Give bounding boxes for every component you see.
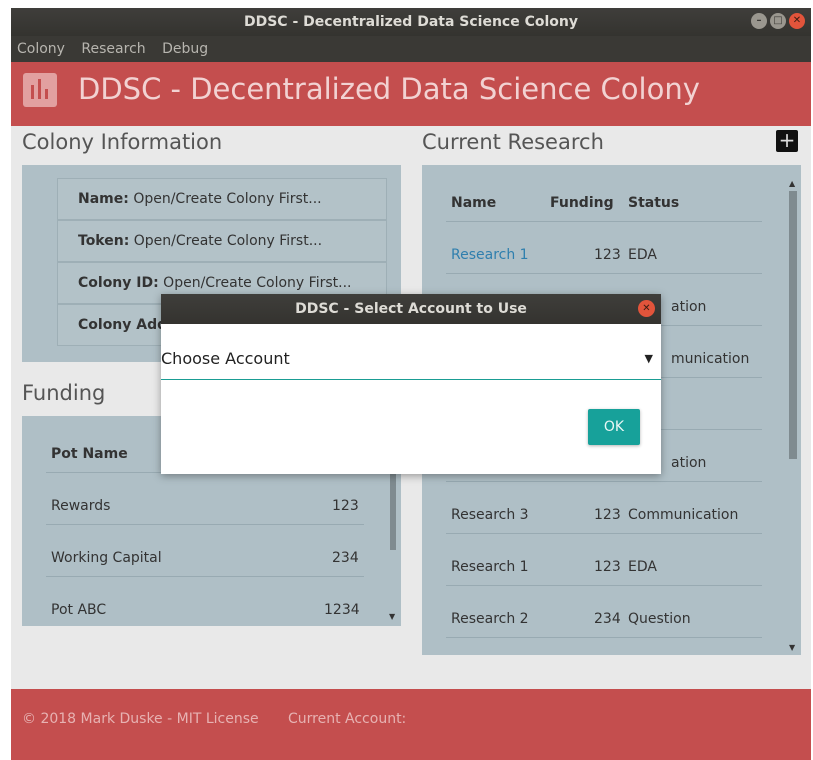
- research-funding: 123: [594, 507, 621, 523]
- research-status-header: Status: [628, 195, 680, 211]
- scroll-up-icon[interactable]: ▲: [789, 179, 795, 188]
- pot-amount: 234: [332, 550, 359, 566]
- app-header: DDSC - Decentralized Data Science Colony: [11, 62, 811, 126]
- research-status: ation: [671, 455, 707, 471]
- research-status: ation: [671, 299, 707, 315]
- account-select-value: Choose Account: [161, 349, 290, 368]
- funding-scrollbar[interactable]: [390, 474, 396, 550]
- research-heading: Current Research: [422, 130, 604, 154]
- research-name: Research 3: [451, 507, 529, 523]
- research-funding: 123: [594, 247, 621, 263]
- close-icon[interactable]: ✕: [638, 300, 655, 317]
- research-status: munication: [671, 351, 750, 367]
- research-status: EDA: [628, 559, 657, 575]
- info-row-name: Name: Open/Create Colony First...: [57, 178, 387, 220]
- minimize-icon[interactable]: –: [751, 13, 767, 29]
- research-name-header: Name: [451, 195, 497, 211]
- scroll-down-icon[interactable]: ▼: [389, 612, 395, 621]
- close-icon[interactable]: ✕: [789, 13, 805, 29]
- current-account-label: Current Account:: [288, 711, 407, 727]
- plus-icon[interactable]: +: [776, 130, 798, 152]
- research-scrollbar[interactable]: [789, 191, 797, 459]
- research-status: EDA: [628, 247, 657, 263]
- app-title: DDSC - Decentralized Data Science Colony: [78, 72, 700, 106]
- account-select[interactable]: Choose Account ▼: [161, 342, 661, 380]
- dialog-titlebar: DDSC - Select Account to Use ✕: [161, 294, 661, 324]
- copyright-text: © 2018 Mark Duske - MIT License: [22, 711, 259, 727]
- ok-button[interactable]: OK: [588, 409, 640, 445]
- window-title: DDSC - Decentralized Data Science Colony: [243, 14, 578, 30]
- menu-research[interactable]: Research: [81, 41, 145, 57]
- chart-logo-icon: [23, 73, 57, 107]
- pot-name: Working Capital: [51, 550, 162, 566]
- chevron-down-icon[interactable]: ▼: [645, 342, 653, 376]
- colony-info-heading: Colony Information: [22, 130, 223, 154]
- funding-heading: Funding: [22, 381, 106, 405]
- window-titlebar: DDSC - Decentralized Data Science Colony…: [11, 8, 811, 36]
- pot-amount: 1234: [324, 602, 360, 618]
- pot-name: Rewards: [51, 498, 111, 514]
- menu-colony[interactable]: Colony: [17, 41, 65, 57]
- pot-name-header: Pot Name: [51, 446, 128, 462]
- research-name: Research 2: [451, 611, 529, 627]
- maximize-icon[interactable]: □: [770, 13, 786, 29]
- research-funding: 123: [594, 559, 621, 575]
- window-controls: – □ ✕: [751, 13, 805, 29]
- menu-bar: Colony Research Debug: [11, 36, 811, 62]
- research-name: Research 1: [451, 559, 529, 575]
- research-name-link[interactable]: Research 1: [451, 247, 529, 263]
- pot-name: Pot ABC: [51, 602, 107, 618]
- dialog-title: DDSC - Select Account to Use: [295, 301, 527, 317]
- pot-amount: 123: [332, 498, 359, 514]
- scroll-down-icon[interactable]: ▼: [789, 643, 795, 652]
- info-row-token: Token: Open/Create Colony First...: [57, 220, 387, 262]
- select-account-dialog: DDSC - Select Account to Use ✕ Choose Ac…: [161, 294, 661, 474]
- menu-debug[interactable]: Debug: [162, 41, 208, 57]
- research-funding: 234: [594, 611, 621, 627]
- research-funding-header: Funding: [550, 195, 614, 211]
- research-status: Communication: [628, 507, 739, 523]
- research-status: Question: [628, 611, 691, 627]
